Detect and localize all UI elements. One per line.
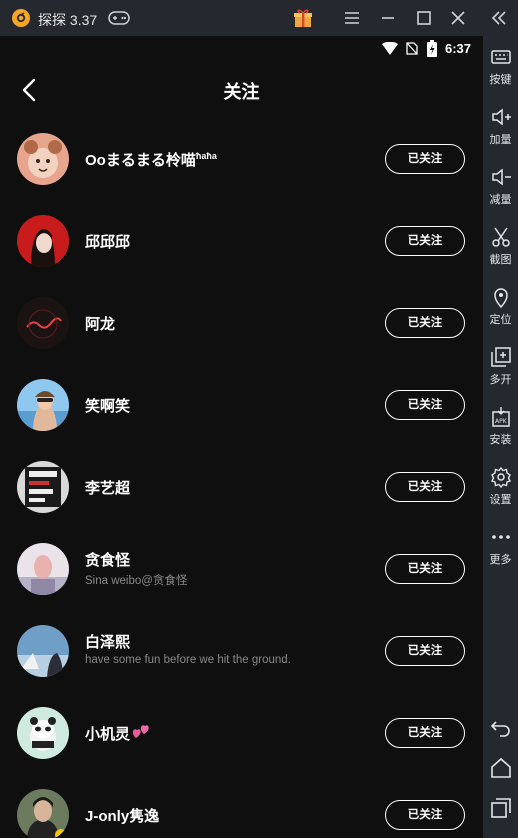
user-name: J-only隽逸 — [85, 808, 160, 825]
menu-icon[interactable] — [342, 8, 362, 28]
apk-install-icon: APK — [491, 407, 510, 427]
app-bar: 关注 — [0, 66, 483, 114]
following-button[interactable]: 已关注 — [385, 144, 465, 174]
avatar[interactable] — [17, 133, 69, 185]
window-titlebar: 探探 3.37 — [0, 0, 518, 36]
recent-apps-icon[interactable] — [489, 796, 513, 820]
multi-window-icon — [490, 347, 511, 367]
following-button[interactable]: 已关注 — [385, 226, 465, 256]
volume-down-icon — [491, 168, 511, 186]
list-item[interactable]: 白泽熙 have some fun before we hit the grou… — [0, 610, 483, 692]
minimize-icon[interactable] — [378, 8, 398, 28]
user-name: 阿龙 — [85, 316, 116, 333]
more-button[interactable]: 更多 — [483, 526, 518, 567]
avatar[interactable] — [17, 461, 69, 513]
list-item[interactable]: 阿龙 已关注 — [0, 282, 483, 364]
close-icon[interactable] — [448, 8, 468, 28]
avatar[interactable] — [17, 297, 69, 349]
avatar[interactable] — [17, 625, 69, 677]
avatar[interactable] — [17, 543, 69, 595]
hearts-emoji-icon — [132, 725, 149, 738]
window-title: 探探 3.37 — [38, 12, 98, 28]
multi-instance-button[interactable]: 多开 — [483, 346, 518, 387]
settings-button[interactable]: 设置 — [483, 466, 518, 507]
user-name: 贪食怪 — [85, 552, 131, 569]
location-pin-icon — [493, 288, 508, 308]
avatar[interactable] — [17, 379, 69, 431]
list-item[interactable]: 邱邱邱 已关注 — [0, 200, 483, 282]
user-name: 李艺超 — [85, 480, 131, 497]
user-name: 白泽熙 — [85, 634, 131, 651]
phone-screen: 6:37 关注 Ooまるまる柃喵ħaħa 已关注 邱邱邱 已关注 阿龙 已关注 … — [0, 36, 483, 838]
user-name: 笑啊笑 — [85, 398, 131, 415]
wifi-icon — [382, 42, 398, 55]
user-name: 小机灵 — [85, 726, 131, 743]
emulator-toolbar: 按键 加量 减量 截图 定位 多开 APK 安装 设置 更多 — [483, 36, 518, 838]
gift-icon[interactable] — [293, 8, 313, 28]
more-dots-icon — [491, 535, 510, 539]
list-item[interactable]: Ooまるまる柃喵ħaħa 已关注 — [0, 118, 483, 200]
user-bio: Sina weibo@贪食怪 — [85, 575, 188, 587]
following-button[interactable]: 已关注 — [385, 718, 465, 748]
volume-down-button[interactable]: 减量 — [483, 166, 518, 207]
screenshot-button[interactable]: 截图 — [483, 226, 518, 267]
list-item[interactable]: 李艺超 已关注 — [0, 446, 483, 528]
list-item[interactable]: 小机灵 已关注 — [0, 692, 483, 774]
avatar[interactable] — [17, 707, 69, 759]
page-title: 关注 — [223, 82, 260, 102]
user-bio: have some fun before we hit the ground. — [85, 654, 291, 666]
following-button[interactable]: 已关注 — [385, 554, 465, 584]
following-button[interactable]: 已关注 — [385, 308, 465, 338]
scissors-icon — [491, 227, 510, 247]
volume-up-button[interactable]: 加量 — [483, 106, 518, 147]
svg-text:APK: APK — [495, 418, 508, 425]
clock: 6:37 — [445, 41, 472, 56]
location-button[interactable]: 定位 — [483, 286, 518, 327]
gamepad-icon[interactable] — [108, 11, 130, 25]
keyboard-button[interactable]: 按键 — [483, 46, 518, 87]
home-icon[interactable] — [489, 756, 513, 780]
back-arrow-icon[interactable] — [489, 716, 513, 740]
battery-charging-icon — [427, 40, 437, 57]
avatar[interactable] — [17, 789, 69, 838]
gear-icon — [490, 466, 511, 488]
collapse-sidebar-icon[interactable] — [490, 8, 508, 28]
volume-up-icon — [491, 108, 511, 126]
maximize-icon[interactable] — [414, 8, 434, 28]
list-item[interactable]: 笑啊笑 已关注 — [0, 364, 483, 446]
following-button[interactable]: 已关注 — [385, 636, 465, 666]
avatar[interactable] — [17, 215, 69, 267]
emulator-window: 探探 3.37 6:37 关注 Ooまるまる柃喵ħaħa 已关注 邱邱邱 已关注… — [0, 0, 518, 838]
app-logo-icon — [12, 9, 30, 27]
following-button[interactable]: 已关注 — [385, 472, 465, 502]
following-button[interactable]: 已关注 — [385, 390, 465, 420]
status-bar: 6:37 — [0, 36, 483, 60]
keyboard-icon — [490, 50, 511, 64]
following-button[interactable]: 已关注 — [385, 800, 465, 830]
list-item[interactable]: 贪食怪 Sina weibo@贪食怪 已关注 — [0, 528, 483, 610]
user-name: Ooまるまる柃喵ħaħa — [85, 151, 217, 169]
install-apk-button[interactable]: APK 安装 — [483, 406, 518, 447]
user-name: 邱邱邱 — [85, 234, 131, 251]
no-sim-icon — [406, 42, 418, 55]
list-item[interactable]: J-only隽逸 已关注 — [0, 774, 483, 838]
